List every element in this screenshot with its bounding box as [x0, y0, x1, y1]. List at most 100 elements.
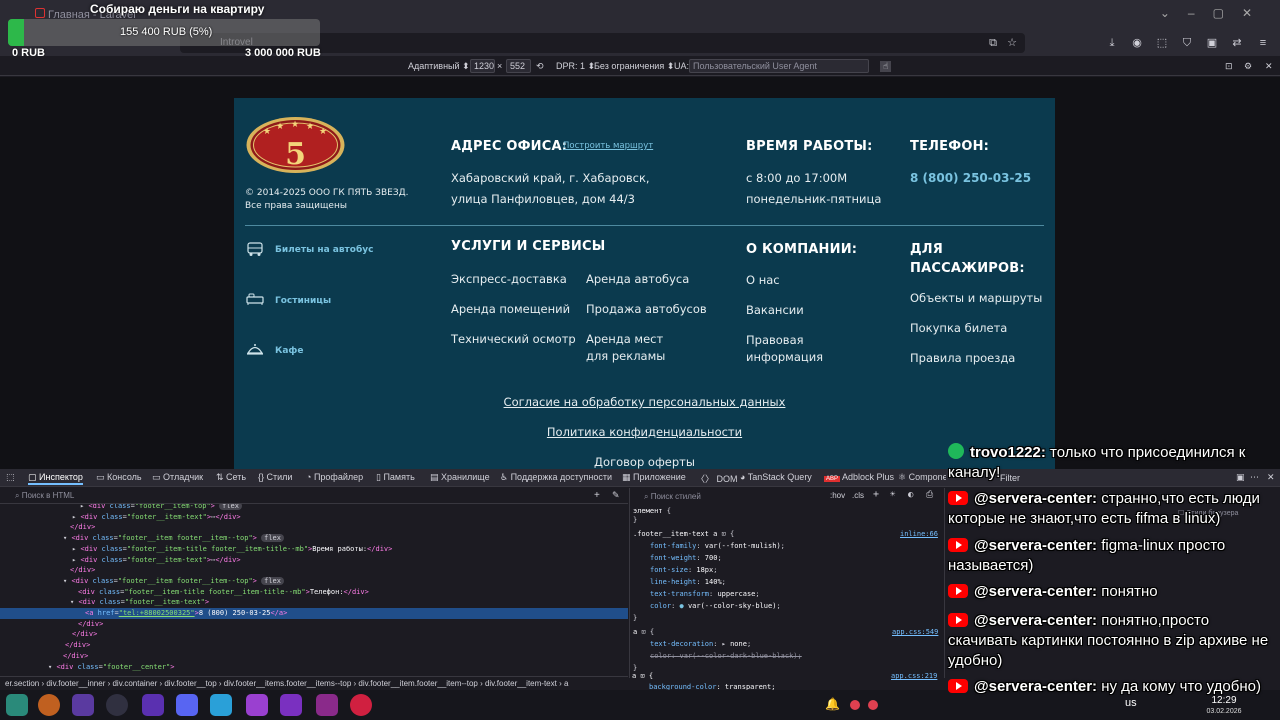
about-link[interactable]: Вакансии — [746, 303, 804, 317]
terminal-app-icon[interactable] — [72, 694, 94, 716]
menu-icon[interactable]: ≡ — [1256, 36, 1270, 50]
tab-components[interactable]: ⚛ Compone — [898, 472, 946, 483]
width-input[interactable]: 1230 — [470, 59, 495, 73]
legal-link-consent[interactable]: Согласие на обработку персональных данны… — [234, 395, 1055, 409]
pick-color-icon[interactable]: ✎ — [612, 490, 620, 501]
obs-app-icon[interactable] — [106, 694, 128, 716]
rule-source[interactable]: app.css:549 — [892, 628, 938, 636]
translate-icon[interactable]: ⧉ — [986, 36, 1000, 50]
passenger-link[interactable]: Правила проезда — [910, 351, 1015, 365]
browser-app-icon[interactable] — [350, 694, 372, 716]
settings-gear-icon[interactable]: ⚙ — [1244, 61, 1252, 72]
crumb[interactable]: div.footer__inner — [46, 679, 105, 688]
rule3-selector[interactable]: a ⊡ { — [632, 672, 653, 680]
legal-link-privacy[interactable]: Политика конфиденциальности — [234, 425, 1055, 439]
app-launcher-icon[interactable] — [6, 694, 28, 716]
crumb[interactable]: div.footer__top — [164, 679, 216, 688]
tree-row[interactable]: </div> — [0, 522, 628, 533]
bookmark-star-icon[interactable]: ☆ — [1005, 36, 1019, 50]
route-link[interactable]: Построить маршрут — [563, 141, 653, 151]
styles-search-input[interactable]: ⌕ Поиск стилей — [644, 492, 701, 502]
add-node-icon[interactable]: + — [594, 490, 600, 501]
tab-application[interactable]: ▦ Приложение — [622, 472, 686, 483]
tree-row[interactable]: ▸ <div class="footer__item-text">⋯</div> — [0, 555, 628, 566]
tree-row[interactable]: <div class="footer__item-title footer__i… — [0, 587, 628, 598]
css-declaration[interactable]: font-size: 18px; — [650, 566, 717, 574]
tab-accessibility[interactable]: ♿ Поддержка доступности — [500, 472, 612, 483]
passenger-link[interactable]: Покупка билета — [910, 321, 1007, 335]
css-declaration[interactable]: font-family: var(--font-mulish); — [650, 542, 785, 550]
files-app-icon[interactable] — [280, 694, 302, 716]
legal-link-offer[interactable]: Договор оферты — [234, 455, 1055, 469]
about-link[interactable]: информация — [746, 350, 823, 364]
tree-row[interactable]: </div> — [0, 565, 628, 576]
gamepad-icon[interactable]: ▣ — [1205, 36, 1219, 50]
download-icon[interactable]: ⤓ — [1105, 36, 1119, 50]
tree-row[interactable]: ▾ <div class="footer__item-text"> — [0, 597, 628, 608]
css-declaration[interactable]: text-transform: uppercase; — [650, 590, 760, 598]
window-controls[interactable]: ⌄–▢✕ — [1160, 6, 1270, 20]
tree-row[interactable]: </div> — [0, 640, 628, 651]
crumb[interactable]: div.footer__item-text — [485, 679, 557, 688]
touch-simulation-icon[interactable]: ☝ — [880, 61, 892, 72]
crumb[interactable]: div.container — [112, 679, 157, 688]
service-link[interactable]: Технический осмотр — [451, 332, 576, 346]
tab-inspector[interactable]: ▢ Инспектор — [28, 472, 83, 485]
device-mode-select[interactable]: Адаптивный ⬍ — [408, 61, 470, 72]
about-link[interactable]: О нас — [746, 273, 780, 287]
obsidian-app-icon[interactable] — [142, 694, 164, 716]
service-link[interactable]: Продажа автобусов — [586, 302, 707, 316]
css-declaration[interactable]: font-weight: 700; — [650, 554, 722, 562]
print-icon[interactable]: ⎙ — [926, 490, 933, 500]
css-declaration[interactable]: text-decoration: ▸ none; — [650, 640, 751, 648]
tab-memory[interactable]: ▯ Память — [376, 472, 415, 483]
css-declaration[interactable]: line-height: 140%; — [650, 578, 726, 586]
tab-network[interactable]: ⇅ Сеть — [216, 472, 246, 483]
crumb[interactable]: a — [564, 679, 568, 688]
close-rdm-icon[interactable]: ✕ — [1265, 61, 1273, 72]
tab-tanstack-query[interactable]: ◕ TanStack Query — [740, 472, 812, 482]
tab-profiler[interactable]: ◔ Профайлер — [306, 472, 363, 482]
tab-storage[interactable]: ▤ Хранилище — [430, 472, 490, 483]
account-icon[interactable]: ◉ — [1130, 36, 1144, 50]
translate-ext-icon[interactable]: ⇄ — [1230, 36, 1244, 50]
css-declaration-overridden[interactable]: color: var(--color-dark-blue-black); — [650, 652, 802, 660]
devtools-pick-icon[interactable]: ⬚ — [6, 472, 15, 483]
rule2-selector[interactable]: a ⊡ { — [633, 628, 654, 636]
about-link[interactable]: Правовая — [746, 333, 804, 347]
editor-app-icon[interactable] — [246, 694, 268, 716]
add-rule-icon[interactable]: + — [873, 489, 879, 500]
tree-row[interactable]: </div> — [0, 629, 628, 640]
css-declaration[interactable]: background-color: transparent; — [649, 683, 775, 690]
passenger-link[interactable]: Объекты и маршруты — [910, 291, 1042, 305]
screenshot-icon[interactable]: ⊡ — [1225, 61, 1233, 72]
rotate-icon[interactable]: ⟲ — [536, 61, 544, 72]
tab-adblock-plus[interactable]: ABP Adblock Plus — [824, 472, 894, 482]
tray-record-icon[interactable] — [850, 700, 860, 710]
tree-row[interactable]: ▾ <div class="footer__item footer__item-… — [0, 576, 628, 587]
height-input[interactable]: 552 — [506, 59, 531, 73]
service-link[interactable]: Аренда мест — [586, 332, 663, 346]
tree-row[interactable]: ▾ <div class="footer__item footer__item-… — [0, 533, 628, 544]
user-agent-input[interactable]: Пользовательский User Agent — [689, 59, 869, 73]
company-logo[interactable]: ★ ★ ★ ★ ★ 5 — [245, 115, 346, 175]
tab-style-editor[interactable]: {} Стили — [258, 472, 292, 482]
hov-toggle[interactable]: :hov — [830, 491, 845, 500]
crumb[interactable]: er.section — [5, 679, 39, 688]
tree-row[interactable]: ▾ <div class="footer__center"> — [0, 662, 628, 673]
throttle-select[interactable]: Без ограничения ⬍ — [594, 61, 674, 72]
tab-console[interactable]: ▭ Консоль — [96, 472, 142, 483]
tray-notification-icon[interactable]: 🔔 — [825, 697, 840, 711]
service-link[interactable]: для рекламы — [586, 349, 665, 363]
light-mode-icon[interactable]: ☀ — [890, 490, 895, 500]
css-declaration[interactable]: color: ● var(--color-sky-blue); — [650, 602, 781, 610]
tray-app-icon[interactable] — [868, 700, 878, 710]
phone-link[interactable]: 8 (800) 250-03-25 — [910, 171, 1031, 185]
service-link[interactable]: Аренда автобуса — [586, 272, 689, 286]
tree-row[interactable]: </div> — [0, 619, 628, 630]
crumb[interactable]: div.footer__items.footer__items--top — [224, 679, 351, 688]
extensions-icon[interactable]: ⬚ — [1155, 36, 1169, 50]
cls-toggle[interactable]: .cls — [852, 491, 864, 500]
rule1-selector[interactable]: .footer__item-text a ⊡ { — [633, 530, 734, 538]
side-link-hotels[interactable]: Гостиницы — [275, 296, 331, 306]
